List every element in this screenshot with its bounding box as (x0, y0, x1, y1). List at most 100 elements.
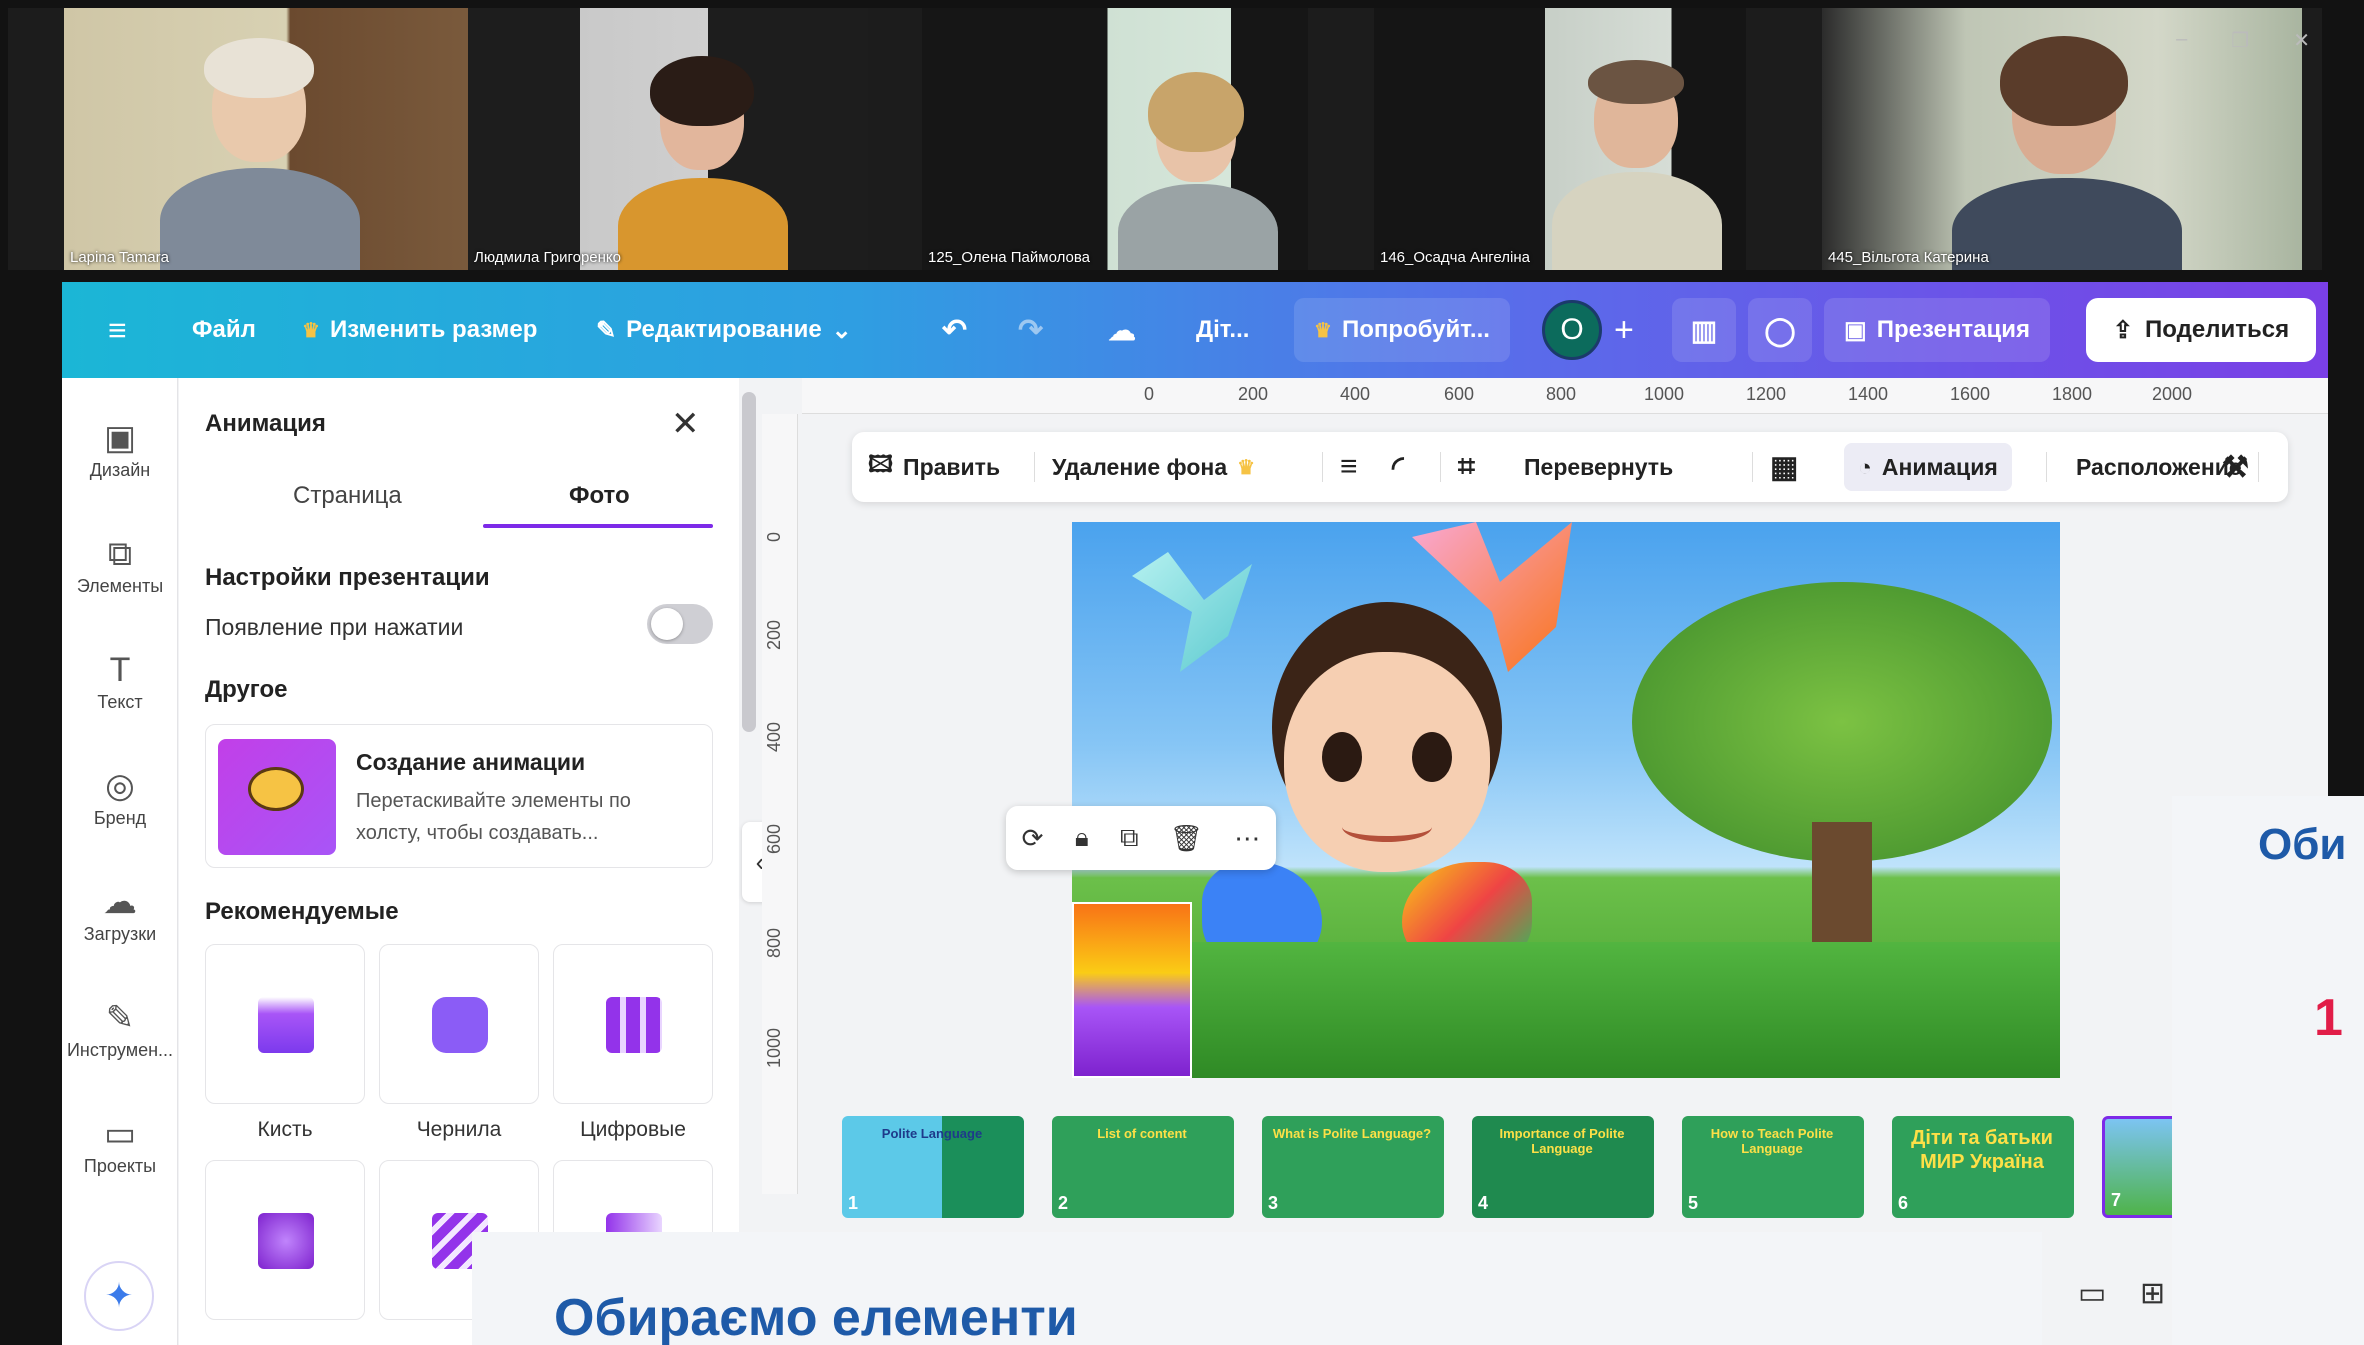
thumbnail-title: Importance of Polite Language (1499, 1126, 1625, 1156)
chevron-down-icon: ⌄ (831, 316, 852, 344)
close-window-button[interactable]: ✕ (2293, 28, 2310, 53)
duplicate-icon[interactable]: ⧉ (1120, 822, 1139, 854)
panel-title: Анимация (205, 410, 326, 437)
share-label: Поделиться (2145, 316, 2290, 343)
corner-rounding-icon[interactable]: ◜ (1392, 432, 1404, 502)
cloud-sync-icon[interactable]: ☁ (1108, 282, 1136, 378)
try-pro-button[interactable]: ♛ Попробуйт... (1294, 298, 1510, 362)
video-conference-strip: Lapina Tamara Людмила Григоренко 125_Оле… (8, 8, 2322, 270)
regenerate-icon[interactable]: ⟳ (1022, 823, 1044, 854)
rail-item-projects[interactable]: ▭ Проекты (62, 1112, 178, 1177)
crop-icon[interactable]: ⌗ (1458, 432, 1475, 502)
rail-item-brand[interactable]: ◎ Бренд (62, 764, 178, 829)
ruler-left: 0 200 400 600 800 1000 (762, 414, 798, 1194)
remove-background-button[interactable]: Удаление фона ♛ (1052, 432, 1255, 502)
magic-sparkle-button[interactable]: ✦ (84, 1261, 154, 1331)
animation-panel: Анимация ✕ Страница Фото Настройки презе… (179, 378, 739, 1345)
ruler-tick: 800 (1546, 384, 1577, 404)
close-icon[interactable]: ✕ (671, 404, 700, 444)
view-single-icon[interactable]: ▭ (2078, 1276, 2106, 1311)
page-number: 1 (848, 1193, 859, 1213)
rail-item-tools[interactable]: ✎ Инструмен... (62, 996, 178, 1061)
animation-icon: ◔ (1858, 453, 1872, 480)
thumbnail-title: Polite Language (881, 1126, 983, 1141)
avatar[interactable]: O (1542, 300, 1602, 360)
animation-brush[interactable] (205, 944, 365, 1104)
thumbnail-page-6[interactable]: Діти та батьки МИР Україна 6 (1892, 1116, 2074, 1218)
rail-item-text[interactable]: T Текст (62, 648, 178, 713)
design-canvas[interactable] (1072, 522, 2060, 1078)
ink-animation-icon (432, 997, 488, 1053)
ruler-top: 0 200 400 600 800 1000 1200 1400 1600 18… (802, 378, 2328, 414)
undo-icon[interactable]: ↶ (942, 282, 967, 378)
page-number: 4 (1478, 1193, 1489, 1213)
ruler-tick: 200 (764, 619, 784, 650)
appear-on-click-toggle[interactable] (647, 604, 713, 644)
participant-name: Lapina Tamara (70, 249, 169, 266)
border-style-icon[interactable]: ≡ (1340, 432, 1358, 502)
animation-tile[interactable] (205, 1160, 365, 1320)
participant-tile[interactable]: 146_Осадча Ангеліна (1374, 8, 1746, 270)
divider (1322, 452, 1323, 482)
design-title[interactable]: Діт... (1196, 282, 1249, 378)
thumbnail-page-1[interactable]: Polite Language 1 (842, 1116, 1024, 1218)
trash-icon[interactable]: 🗑︎ (1170, 823, 1203, 854)
tools-icon: ✎ (105, 999, 135, 1037)
eye-right (1412, 732, 1452, 782)
comment-icon[interactable]: ◯ (1748, 298, 1812, 362)
position-button[interactable]: Расположение (2076, 432, 2242, 502)
brush-animation-icon (258, 997, 314, 1053)
ruler-tick: 0 (1144, 384, 1155, 404)
ruler-tick: 0 (764, 531, 784, 542)
resize-button[interactable]: ♛ Изменить размер (302, 282, 537, 378)
create-animation-card[interactable]: Создание анимации Перетаскивайте элемент… (205, 724, 713, 868)
thumbnail-page-2[interactable]: List of content 2 (1052, 1116, 1234, 1218)
rail-item-design[interactable]: ▣ Дизайн (62, 416, 178, 481)
flip-button[interactable]: Перевернуть (1524, 432, 1673, 502)
minimize-button[interactable]: – (2176, 28, 2187, 53)
participant-tile[interactable]: Lapina Tamara (64, 8, 468, 270)
paint-roller-icon[interactable]: ⚒ (2222, 432, 2249, 502)
grid-view-icon[interactable]: ⊞ (2140, 1276, 2165, 1311)
presentation-label: Презентация (1876, 316, 2031, 343)
selected-rainbow-element[interactable] (1072, 902, 1192, 1078)
insights-icon[interactable]: ▥ (1672, 298, 1736, 362)
rail-item-elements[interactable]: ⧉ Элементы (62, 532, 178, 597)
tab-page[interactable]: Страница (293, 482, 402, 510)
animation-label: Кисть (257, 1118, 313, 1141)
animation-label: Цифровые (580, 1118, 686, 1141)
transparency-icon[interactable]: ▦ (1770, 432, 1798, 502)
file-menu[interactable]: Файл (192, 282, 256, 378)
participant-tile[interactable]: 125_Олена Паймолова (922, 8, 1308, 270)
redo-icon[interactable]: ↷ (1018, 282, 1043, 378)
lock-icon[interactable]: 🔒︎ (1075, 822, 1089, 854)
thumbnail-page-4[interactable]: Importance of Polite Language 4 (1472, 1116, 1654, 1218)
animation-button[interactable]: ◔ Анимация (1844, 443, 2012, 491)
ruler-tick: 400 (1340, 384, 1371, 404)
create-animation-desc: Перетаскивайте элементы по холсту, чтобы… (356, 790, 631, 844)
panel-scrollbar[interactable] (742, 392, 756, 732)
edit-image-button[interactable]: 🖾 Править (868, 432, 1000, 502)
tab-photo[interactable]: Фото (569, 482, 630, 510)
rail-item-uploads[interactable]: ☁ Загрузки (62, 880, 178, 945)
try-label: Попробуйт... (1341, 316, 1490, 343)
restore-button[interactable]: ❐ (2231, 28, 2249, 53)
editing-dropdown[interactable]: ✎ Редактирование ⌄ (596, 282, 852, 378)
add-collaborator-button[interactable]: + (1614, 282, 1634, 378)
divider (2258, 452, 2259, 482)
share-button[interactable]: ⇪ Поделиться (2086, 298, 2316, 362)
thumbnail-page-3[interactable]: What is Polite Language? 3 (1262, 1116, 1444, 1218)
brand-icon: ◎ (105, 767, 135, 805)
edit-label: Править (903, 453, 1001, 480)
participant-tile[interactable]: Людмила Григоренко (468, 8, 868, 270)
toggle-knob (651, 608, 683, 640)
animation-digital[interactable] (553, 944, 713, 1104)
menu-icon[interactable]: ≡ (108, 282, 127, 378)
presentation-button[interactable]: ▣ Презентация (1824, 298, 2051, 362)
grass (1072, 942, 2060, 1078)
ruler-tick: 1200 (1746, 384, 1787, 404)
thumbnail-page-5[interactable]: How to Teach Polite Language 5 (1682, 1116, 1864, 1218)
animation-ink[interactable] (379, 944, 539, 1104)
design-title-label: Діт... (1196, 316, 1250, 343)
more-icon[interactable]: ⋯ (1234, 823, 1260, 854)
